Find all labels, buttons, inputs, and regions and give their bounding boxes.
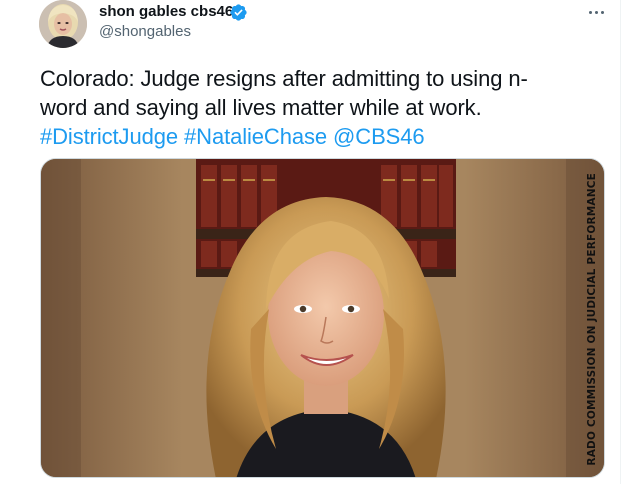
hashtag-districtjudge[interactable]: #DistrictJudge: [40, 124, 178, 149]
timeline-border: [620, 0, 621, 484]
tweet-image[interactable]: RADO COMMISSION ON JUDICIAL PERFORMANCE: [40, 158, 605, 478]
hashtag-nataliechase[interactable]: #NatalieChase: [184, 124, 327, 149]
mention-cbs46[interactable]: @CBS46: [333, 124, 425, 149]
hashtag-line: #DistrictJudge #NatalieChase @CBS46: [40, 122, 570, 151]
image-watermark: RADO COMMISSION ON JUDICIAL PERFORMANCE: [582, 159, 602, 477]
verified-badge-icon: [230, 4, 247, 21]
avatar[interactable]: [39, 0, 87, 48]
tweet-text-line-1: Colorado: Judge resigns after admitting …: [40, 66, 528, 91]
tweet-text-line-2: word and saying all lives matter while a…: [40, 95, 482, 120]
display-name[interactable]: shon gables cbs46: [99, 2, 233, 22]
more-options-icon[interactable]: [582, 2, 610, 22]
tweet-text: Colorado: Judge resigns after admitting …: [40, 64, 570, 151]
image-watermark-text: RADO COMMISSION ON JUDICIAL PERFORMANCE: [586, 172, 598, 466]
user-handle[interactable]: @shongables: [99, 22, 191, 42]
